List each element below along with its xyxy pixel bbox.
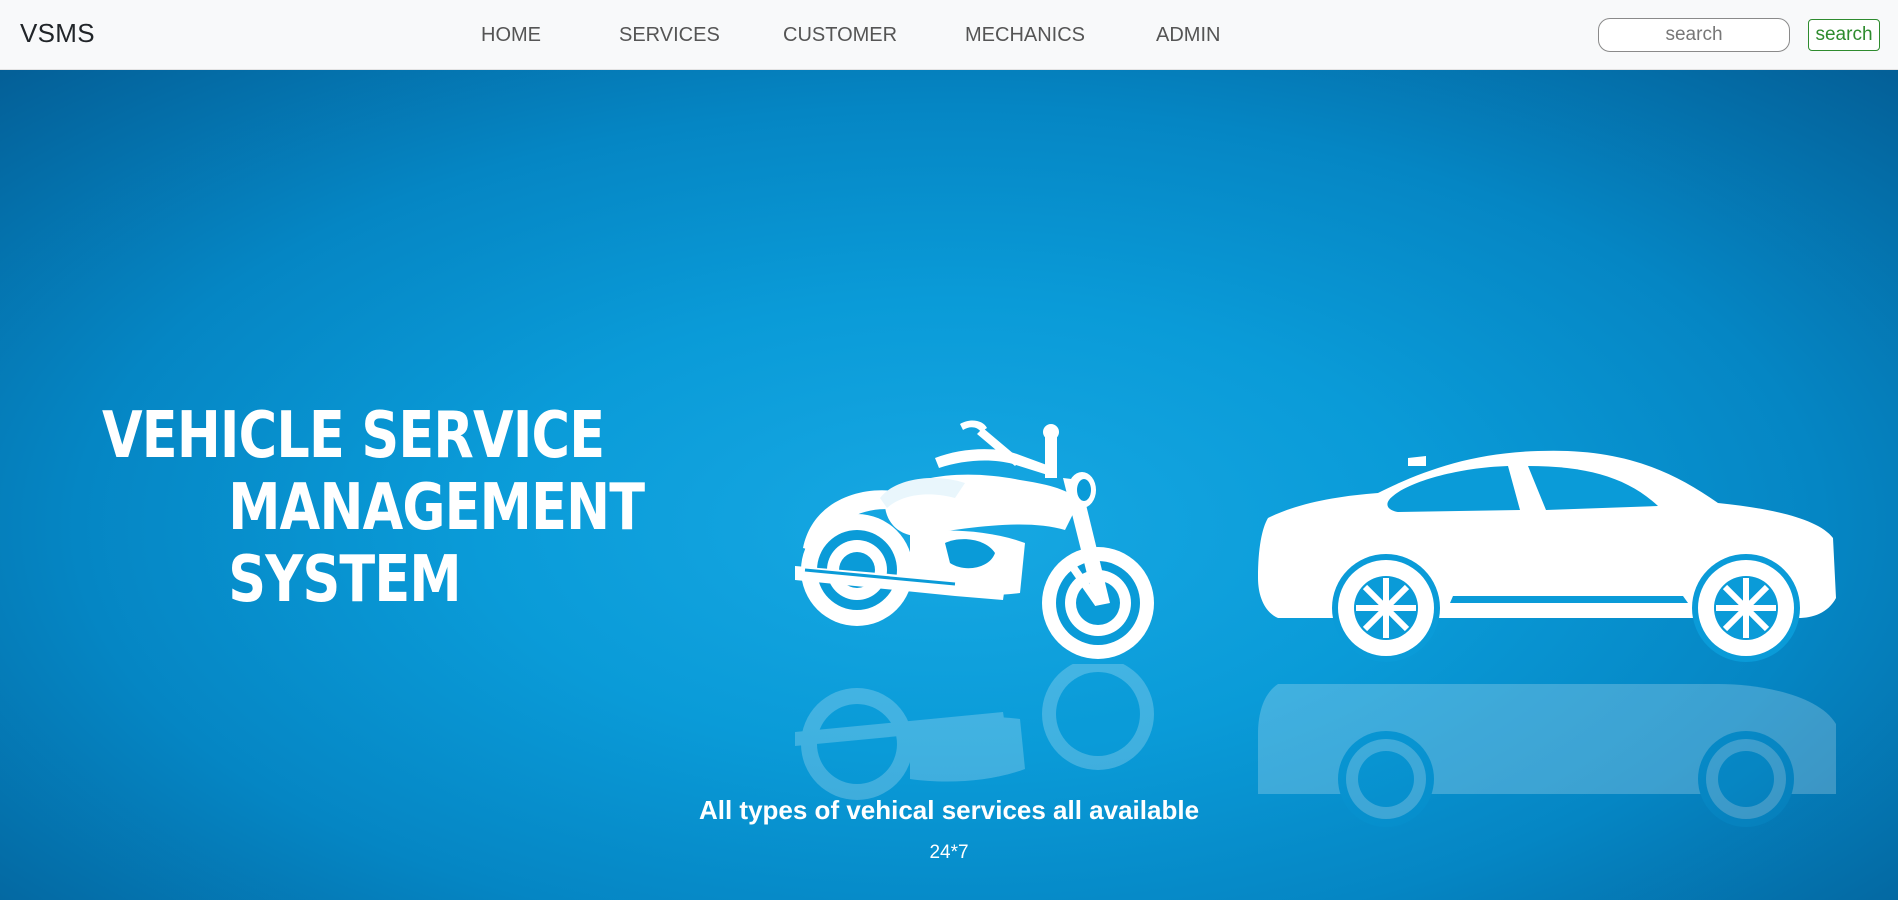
search-input[interactable] [1598, 18, 1790, 52]
motorcycle-reflection [795, 664, 1154, 800]
hero-title-line: VEHICLE SERVICE [102, 399, 605, 473]
navbar: VSMS HOME SERVICES CUSTOMER MECHANICS AD… [0, 0, 1898, 70]
brand-logo[interactable]: VSMS [20, 18, 95, 49]
motorcycle-icon [795, 420, 1154, 659]
hero-title: VEHICLE SERVICE MANAGEMENT SYSTEM [102, 399, 645, 617]
nav-link-services[interactable]: SERVICES [619, 24, 720, 47]
hero-title-line: MANAGEMENT [228, 471, 645, 545]
hero-title-line: SYSTEM [228, 543, 461, 617]
nav-link-home[interactable]: HOME [481, 24, 541, 47]
nav-link-customer[interactable]: CUSTOMER [783, 24, 897, 47]
search-button[interactable]: search [1808, 19, 1880, 51]
car-icon [1258, 450, 1836, 662]
hero-caption-subtitle: 24*7 [929, 842, 969, 863]
nav-link-admin[interactable]: ADMIN [1156, 24, 1220, 47]
hero-caption-title: All types of vehical services all availa… [698, 795, 1200, 825]
nav-link-mechanics[interactable]: MECHANICS [965, 24, 1085, 47]
hero-banner: VEHICLE SERVICE MANAGEMENT SYSTEM All ty… [0, 70, 1898, 900]
